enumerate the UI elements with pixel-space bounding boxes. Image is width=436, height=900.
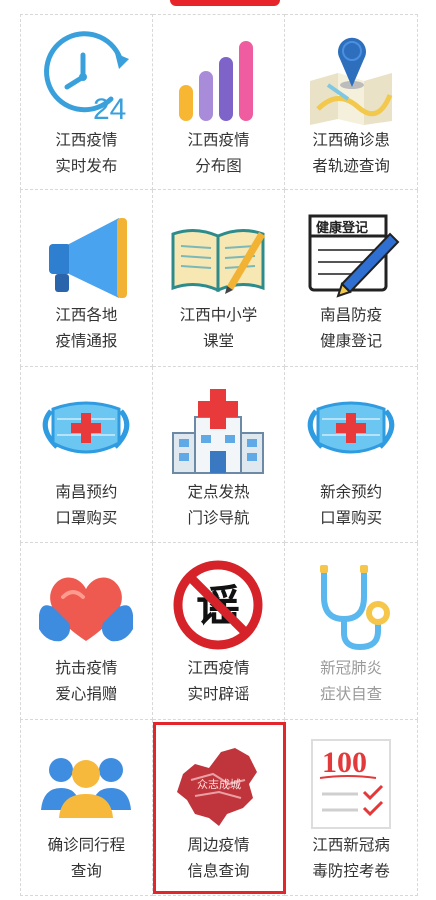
map-pin-icon bbox=[298, 29, 404, 125]
clock-24-icon: 24 bbox=[33, 29, 139, 125]
tile-label: 江西中小学 课堂 bbox=[179, 306, 258, 351]
tile-symptom-self-check[interactable]: 新冠肺炎 症状自查 bbox=[285, 543, 418, 720]
tile-label: 江西确诊患 者轨迹查询 bbox=[312, 131, 390, 175]
score-paper-icon: 100 bbox=[298, 734, 404, 830]
tile-label: 江西疫情 实时辟谣 bbox=[187, 659, 250, 704]
tile-label: 南昌预约 口罩购买 bbox=[55, 482, 118, 527]
heart-hands-icon bbox=[33, 557, 139, 653]
service-grid: 24 江西疫情 实时发布 江西疫情 分布图 江西确诊患 者轨迹查询 江西各地 疫… bbox=[20, 14, 418, 896]
tile-label: 江西疫情 实时发布 bbox=[55, 131, 118, 175]
tile-xinyu-mask-booking[interactable]: 新余预约 口罩购买 bbox=[285, 366, 418, 544]
megaphone-icon bbox=[33, 204, 139, 300]
tile-local-bulletin[interactable]: 江西各地 疫情通报 bbox=[20, 190, 153, 367]
open-book-icon bbox=[165, 204, 271, 300]
tile-rumor-refute[interactable]: 谣 江西疫情实时辟谣 bbox=[152, 543, 286, 720]
tile-fever-clinic-navigation[interactable]: 定点发热 门诊导航 bbox=[152, 366, 286, 544]
note-title: 健康登记 bbox=[316, 220, 368, 236]
china-map-icon: 众志成城 bbox=[165, 734, 271, 830]
bar-chart-icon bbox=[165, 29, 271, 125]
tile-donation[interactable]: 抗击疫情 爱心捐赠 bbox=[20, 543, 153, 720]
tile-jiangxi-distribution[interactable]: 江西疫情 分布图 bbox=[152, 14, 286, 191]
tile-label: 定点发热 门诊导航 bbox=[187, 482, 250, 527]
people-group-icon bbox=[33, 734, 139, 830]
tile-label: 江西疫情 分布图 bbox=[187, 131, 250, 175]
tile-nearby-epidemic-info[interactable]: 众志成城 周边疫情 信息查询 bbox=[152, 719, 286, 896]
tile-school-classroom[interactable]: 江西中小学 课堂 bbox=[152, 190, 286, 367]
notebook-pen-icon: 健康登记 bbox=[298, 204, 404, 300]
tile-confirmed-same-trip[interactable]: 确诊同行程 查询 bbox=[20, 719, 153, 896]
no-rumor-icon: 谣 bbox=[165, 557, 271, 653]
tile-label: 新冠肺炎 症状自查 bbox=[320, 659, 383, 704]
tile-label: 新余预约 口罩购买 bbox=[320, 482, 383, 527]
tile-label: 确诊同行程 查询 bbox=[47, 835, 126, 880]
tile-jiangxi-realtime[interactable]: 24 江西疫情 实时发布 bbox=[20, 14, 153, 191]
hospital-icon bbox=[165, 381, 271, 477]
score-text: 100 bbox=[322, 746, 367, 779]
tile-label: 南昌防疫 健康登记 bbox=[320, 306, 383, 351]
face-mask-icon bbox=[33, 381, 139, 477]
tile-label: 周边疫情 信息查询 bbox=[187, 835, 250, 880]
tile-label: 抗击疫情 爱心捐赠 bbox=[55, 659, 118, 704]
face-mask-icon bbox=[298, 381, 404, 477]
tile-label: 江西新冠病 毒防控考卷 bbox=[312, 835, 390, 880]
tile-patient-trajectory[interactable]: 江西确诊患 者轨迹查询 bbox=[285, 14, 418, 191]
tile-exam-paper[interactable]: 100 江西新冠病 毒防控考卷 bbox=[285, 719, 418, 896]
tile-nanchang-health-registration[interactable]: 健康登记 南昌防疫 健康登记 bbox=[285, 190, 418, 367]
tile-label: 江西各地 疫情通报 bbox=[55, 306, 118, 351]
tile-nanchang-mask-booking[interactable]: 南昌预约 口罩购买 bbox=[20, 366, 153, 544]
map-slogan: 众志成城 bbox=[197, 778, 241, 791]
svg-text:24: 24 bbox=[93, 93, 126, 125]
stethoscope-icon bbox=[298, 557, 404, 653]
top-banner-edge bbox=[170, 0, 280, 6]
